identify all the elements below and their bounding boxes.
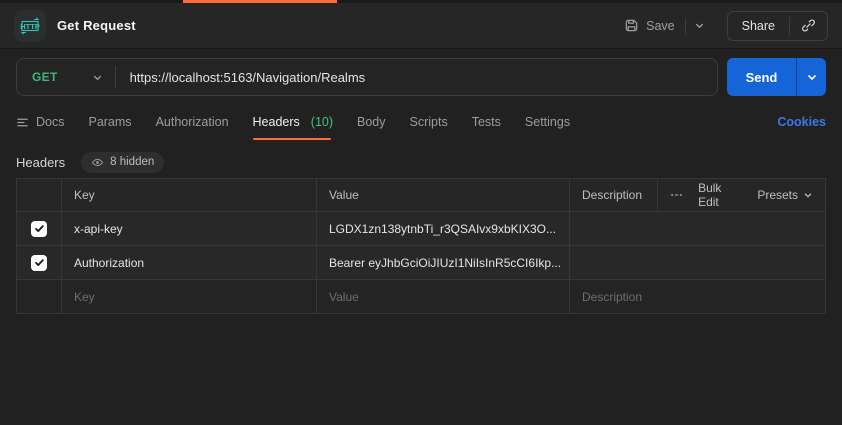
send-button[interactable]: Send	[727, 70, 796, 85]
share-label: Share	[741, 18, 775, 33]
tab-scripts[interactable]: Scripts	[410, 104, 448, 140]
save-icon	[625, 19, 638, 32]
tab-authorization[interactable]: Authorization	[156, 104, 229, 140]
active-tab-underline	[252, 138, 331, 140]
row-checkbox-checked[interactable]	[31, 220, 47, 237]
tab-settings[interactable]: Settings	[525, 104, 570, 140]
header-value-cell[interactable]: LGDX1zn138ytnbTi_r3QSAIvx9xbKIX3O...	[317, 212, 570, 246]
new-key-input[interactable]: Key	[62, 280, 317, 313]
share-button-group: Share	[726, 10, 828, 41]
svg-text:HTTP: HTTP	[20, 22, 40, 31]
column-header-description: Description	[570, 179, 658, 212]
table-row: Authorization Bearer eyJhbGciOiJIUzI1NiI…	[17, 246, 825, 280]
method-dropdown-button[interactable]	[92, 72, 103, 83]
link-icon	[802, 19, 815, 32]
chevron-down-icon	[695, 23, 703, 29]
eye-icon	[92, 158, 104, 166]
save-label: Save	[646, 18, 675, 33]
http-request-icon: HTTP	[14, 9, 46, 42]
headers-section-title: Headers	[16, 154, 66, 170]
table-header-row: Key Value Description Bulk Edit Presets	[17, 179, 825, 212]
header-description-cell[interactable]	[570, 246, 825, 280]
row-checkbox-checked[interactable]	[31, 254, 47, 271]
hidden-headers-badge[interactable]: 8 hidden	[81, 151, 165, 173]
new-value-input[interactable]: Value	[317, 280, 570, 313]
row-checkbox-cell	[17, 246, 62, 280]
copy-link-button[interactable]	[790, 12, 827, 40]
cookies-link[interactable]: Cookies	[777, 115, 826, 129]
row-checkbox-cell	[17, 280, 62, 313]
check-icon	[34, 259, 44, 266]
new-header-row: Key Value Description	[17, 280, 825, 313]
header-value-cell[interactable]: Bearer eyJhbGciOiJIUzI1NiIsInR5cCI6Ikp..…	[317, 246, 570, 280]
request-topbar: HTTP Get Request Save Share	[0, 3, 842, 49]
chevron-down-icon	[804, 193, 812, 198]
check-icon	[34, 225, 44, 232]
tab-body[interactable]: Body	[357, 104, 386, 140]
send-split-button: Send	[727, 58, 826, 96]
header-key-cell[interactable]: Authorization	[62, 246, 317, 280]
headers-table: Key Value Description Bulk Edit Presets …	[16, 178, 826, 314]
bulk-edit-icon	[671, 193, 683, 197]
header-key-cell[interactable]: x-api-key	[62, 212, 317, 246]
chevron-down-icon	[93, 75, 101, 80]
window-tab-strip	[0, 0, 842, 3]
method-url-box: GET https://localhost:5163/Navigation/Re…	[16, 58, 718, 96]
column-header-key: Key	[62, 179, 317, 212]
table-actions: Bulk Edit Presets	[658, 179, 825, 212]
docs-icon	[17, 118, 28, 126]
row-checkbox-cell	[17, 212, 62, 246]
presets-dropdown[interactable]: Presets	[757, 188, 813, 202]
request-tabs: Docs Params Authorization Headers (10) Bo…	[0, 104, 842, 140]
column-header-value: Value	[317, 179, 570, 212]
active-tab-indicator	[183, 0, 337, 3]
select-all-cell	[17, 179, 62, 212]
share-button[interactable]: Share	[728, 12, 789, 40]
request-title: Get Request	[57, 18, 136, 33]
new-description-input[interactable]: Description	[570, 280, 825, 313]
tab-tests[interactable]: Tests	[472, 104, 501, 140]
bulk-edit-button[interactable]: Bulk Edit	[698, 181, 742, 209]
save-split-button: Save	[614, 12, 713, 39]
tab-params[interactable]: Params	[88, 104, 131, 140]
save-options-button[interactable]	[686, 14, 713, 37]
method-selector[interactable]: GET	[17, 70, 58, 84]
header-description-cell[interactable]	[570, 212, 825, 246]
request-url-row: GET https://localhost:5163/Navigation/Re…	[0, 58, 842, 96]
chevron-down-icon	[807, 74, 816, 81]
headers-count: (10)	[310, 115, 334, 129]
tab-headers[interactable]: Headers (10)	[252, 104, 334, 140]
headers-section-header: Headers 8 hidden	[0, 150, 842, 174]
table-row: x-api-key LGDX1zn138ytnbTi_r3QSAIvx9xbKI…	[17, 212, 825, 246]
tab-docs[interactable]: Docs	[16, 104, 64, 140]
save-button[interactable]: Save	[614, 12, 685, 39]
url-input[interactable]: https://localhost:5163/Navigation/Realms	[116, 70, 366, 85]
send-options-button[interactable]	[797, 71, 826, 83]
